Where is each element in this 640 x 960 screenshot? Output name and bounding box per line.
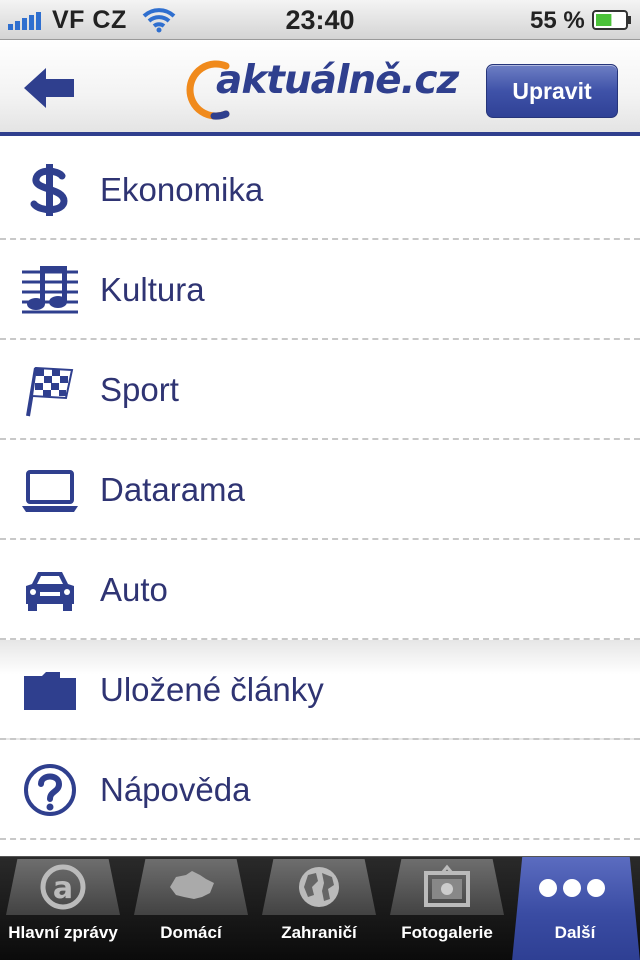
utility-group: Uložené články Nápověda xyxy=(0,640,640,840)
tab-photo-gallery[interactable]: Fotogalerie xyxy=(384,857,510,960)
menu-item-kultura[interactable]: Kultura xyxy=(0,240,640,340)
battery-icon xyxy=(592,10,631,30)
music-icon xyxy=(22,266,78,314)
tab-label: Fotogalerie xyxy=(401,923,493,942)
menu-item-help[interactable]: Nápověda xyxy=(0,740,640,840)
menu-item-label: Ekonomika xyxy=(100,171,264,208)
battery-percent: 55 % xyxy=(530,7,585,34)
help-icon xyxy=(24,764,76,816)
nav-header: aktuálně.cz Upravit xyxy=(0,40,640,136)
menu-item-datarama[interactable]: Datarama xyxy=(0,440,640,540)
menu-item-label: Sport xyxy=(100,371,179,408)
category-group: Ekonomika Kultura Sport Datarama Auto xyxy=(0,140,640,640)
checkered-flag-icon xyxy=(26,366,74,417)
svg-text:a: a xyxy=(53,871,73,906)
folder-icon xyxy=(24,672,76,710)
photo-frame-icon xyxy=(424,864,470,907)
car-icon xyxy=(26,572,74,611)
category-list: Ekonomika Kultura Sport Datarama Auto Ul… xyxy=(0,140,640,856)
more-dots-icon xyxy=(539,879,611,899)
aktualne-logo: aktuálně.cz xyxy=(186,56,459,122)
logo-text: aktuálně.cz xyxy=(216,58,459,103)
globe-icon xyxy=(299,867,339,907)
menu-item-auto[interactable]: Auto xyxy=(0,540,640,640)
edit-button[interactable]: Upravit xyxy=(486,64,618,118)
active-tab-highlight xyxy=(512,857,640,960)
back-arrow-icon[interactable] xyxy=(20,60,80,116)
tab-main-news[interactable]: a Hlavní zprávy xyxy=(0,857,126,960)
czech-map-icon xyxy=(170,871,214,899)
tab-label: Hlavní zprávy xyxy=(8,923,118,942)
menu-item-sport[interactable]: Sport xyxy=(0,340,640,440)
menu-item-saved-articles[interactable]: Uložené články xyxy=(0,640,640,740)
dollar-icon xyxy=(30,164,68,216)
status-bar: VF CZ 23:40 55 % xyxy=(0,0,640,40)
tab-foreign[interactable]: Zahraničí xyxy=(256,857,382,960)
menu-item-label: Uložené články xyxy=(100,671,324,708)
tab-domestic[interactable]: Domácí xyxy=(128,857,254,960)
tab-label: Další xyxy=(554,923,596,942)
tab-label: Zahraničí xyxy=(281,923,357,942)
menu-item-label: Datarama xyxy=(100,471,245,508)
aktualne-a-icon: a xyxy=(40,864,86,910)
menu-item-label: Auto xyxy=(100,571,168,608)
menu-item-ekonomika[interactable]: Ekonomika xyxy=(0,140,640,240)
laptop-icon xyxy=(22,470,78,512)
tab-more[interactable]: Další xyxy=(510,857,640,960)
menu-item-label: Nápověda xyxy=(100,771,251,808)
tab-label: Domácí xyxy=(160,923,222,942)
tab-bar: a Hlavní zprávy Domácí Zahraničí Fotogal… xyxy=(0,856,640,960)
menu-item-label: Kultura xyxy=(100,271,205,308)
